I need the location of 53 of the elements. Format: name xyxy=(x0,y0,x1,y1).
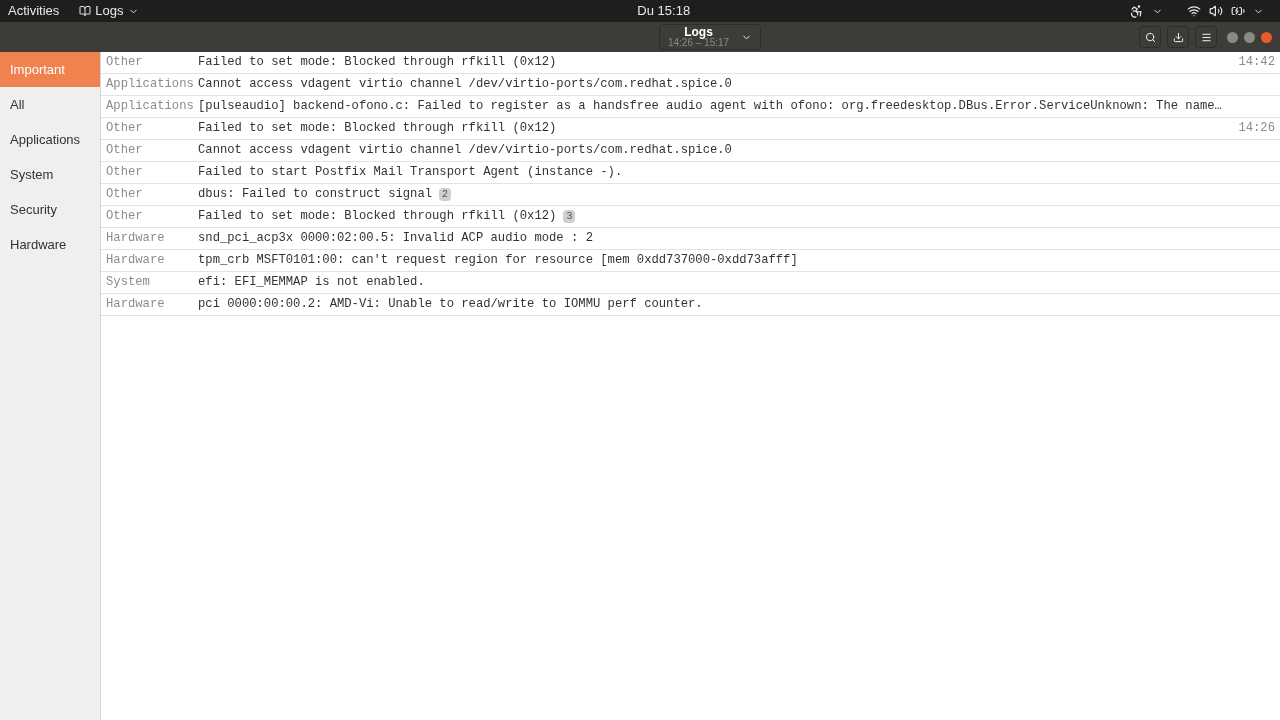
event-category: Other xyxy=(106,142,144,160)
search-icon xyxy=(1144,31,1156,43)
event-category: Other xyxy=(106,208,144,226)
event-message[interactable]: Failed to set mode: Blocked through rfkill (0x12) xyxy=(198,53,557,72)
time-range: 14:26 – 15:17 xyxy=(667,38,730,48)
event-message[interactable]: pci 0000:00:00.2: AMD-Vi: Unable to read/write to IOMMU perf counter. xyxy=(198,295,703,314)
event-category: Other xyxy=(106,120,144,138)
close-button[interactable] xyxy=(1261,31,1272,43)
event-category: Other xyxy=(106,54,144,72)
sidebar-item[interactable]: All xyxy=(0,87,100,122)
event-category: Hardware xyxy=(106,230,166,248)
event-time: 14:42 xyxy=(1238,54,1275,72)
activities-button[interactable]: Activities xyxy=(8,1,60,21)
sidebar-item[interactable]: Applications xyxy=(0,122,100,157)
wifi-icon[interactable] xyxy=(1187,4,1201,18)
event-category: Applications xyxy=(106,98,195,116)
book-icon xyxy=(79,5,92,17)
menu-icon xyxy=(1200,31,1212,43)
menu-button[interactable] xyxy=(1195,26,1217,48)
event-category: Other xyxy=(106,186,144,204)
event-message[interactable]: dbus: Failed to construct signal xyxy=(198,185,433,204)
event-message[interactable]: tpm_crb MSFT0101:00: can't request region for resource [mem 0xdd737000-0xdd73afff] xyxy=(198,251,798,270)
battery-icon[interactable] xyxy=(1231,4,1245,18)
volume-icon[interactable] xyxy=(1209,4,1223,18)
event-message[interactable]: Failed to set mode: Blocked through rfkill (0x12) xyxy=(198,207,557,226)
clock[interactable]: Du 15:18 xyxy=(637,1,691,21)
count-badge: 3 xyxy=(563,210,576,223)
event-message[interactable]: snd_pci_acp3x 0000:02:00.5: Invalid ACP audio mode : 2 xyxy=(198,229,593,248)
event-category: Hardware xyxy=(106,252,166,270)
event-category: Other xyxy=(106,164,144,182)
event-message[interactable]: Failed to start Postfix Mail Transport Agent (instance -). xyxy=(198,163,623,182)
title-dropdown[interactable]: Logs 14:26 – 15:17 xyxy=(658,24,762,50)
event-message[interactable]: Cannot access vdagent virtio channel /dev/virtio-ports/com.redhat.spice.0 xyxy=(198,141,732,160)
event-category: Applications xyxy=(106,76,195,94)
event-time: 14:26 xyxy=(1238,120,1275,138)
count-badge: 2 xyxy=(439,188,452,201)
window-title: Logs xyxy=(684,26,713,38)
app-menu[interactable]: Logs xyxy=(79,1,139,21)
event-category: System xyxy=(106,274,151,292)
event-message[interactable]: Cannot access vdagent virtio channel /dev/virtio-ports/com.redhat.spice.0 xyxy=(198,75,732,94)
event-message[interactable]: Failed to set mode: Blocked through rfkill (0x12) xyxy=(198,119,557,138)
minimize-button[interactable] xyxy=(1227,31,1238,43)
event-message[interactable]: efi: EFI_MEMMAP is not enabled. xyxy=(198,273,425,292)
sidebar-item[interactable]: Hardware xyxy=(0,227,100,262)
maximize-button[interactable] xyxy=(1244,31,1255,43)
sidebar-item[interactable]: Security xyxy=(0,192,100,227)
event-message[interactable]: [pulseaudio] backend-ofono.c: Failed to register as a handsfree audio agent with ofono: org.freedesktop.DBus.Error.ServiceUnknown: The name… xyxy=(198,97,1222,116)
download-icon xyxy=(1172,31,1184,43)
event-category: Hardware xyxy=(106,296,166,314)
export-button[interactable] xyxy=(1167,26,1189,48)
sidebar-item[interactable]: System xyxy=(0,157,100,192)
search-button[interactable] xyxy=(1139,26,1161,48)
accessibility-icon[interactable] xyxy=(1129,3,1144,19)
